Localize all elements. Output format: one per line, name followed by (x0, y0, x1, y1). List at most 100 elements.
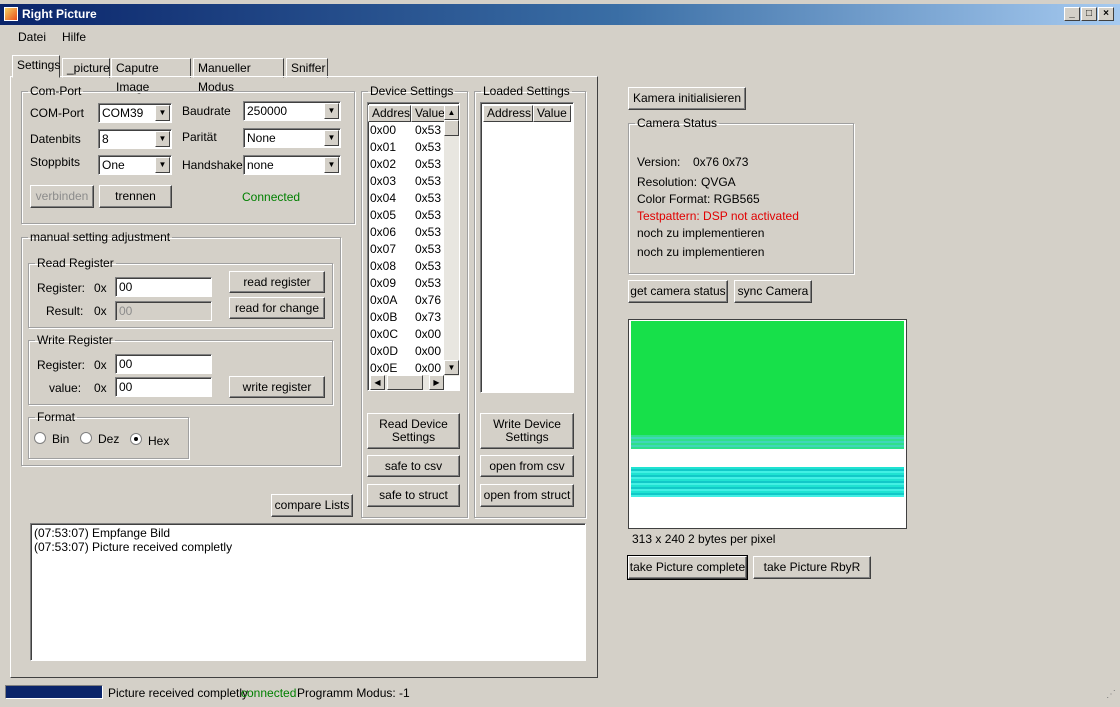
menu-hilfe[interactable]: Hilfe (62, 30, 86, 44)
device-row-address: 0x00 (370, 123, 397, 137)
minimize-button[interactable]: _ (1064, 7, 1080, 21)
save-to-struct-button[interactable]: safe to struct (367, 484, 460, 507)
log-line: (07:53:07) Empfange Bild (34, 526, 171, 540)
read-register-legend: Read Register (37, 256, 114, 270)
tab-capture-image[interactable]: Caputre Image (111, 58, 191, 94)
device-row-value: 0x53 (415, 276, 442, 290)
device-row-address: 0x04 (370, 191, 397, 205)
sync-camera-button[interactable]: sync Camera (734, 280, 812, 303)
write-register-label: Register: (37, 358, 86, 372)
log-textbox[interactable]: (07:53:07) Empfange Bild (07:53:07) Pict… (30, 523, 586, 661)
device-row-address: 0x0D (370, 344, 399, 358)
chevron-down-icon: ▼ (324, 103, 339, 119)
compare-lists-button[interactable]: compare Lists (271, 494, 353, 517)
version-value: 0x76 0x73 (693, 155, 749, 169)
write-device-settings-button[interactable]: Write Device Settings (480, 413, 574, 449)
open-from-struct-button[interactable]: open from struct (480, 484, 574, 507)
read-register-button[interactable]: read register (229, 271, 325, 293)
read-device-settings-button[interactable]: Read Device Settings (367, 413, 460, 449)
datenbits-select-value: 8 (102, 132, 109, 146)
handshake-select-value: none (247, 158, 274, 172)
comport-select[interactable]: COM39 ▼ (98, 103, 172, 123)
format-bin-label: Bin (52, 432, 70, 446)
status-line-6: noch zu implementieren (637, 245, 765, 259)
device-row-address: 0x01 (370, 140, 397, 154)
format-legend: Format (37, 410, 76, 424)
scroll-up-icon[interactable]: ▲ (444, 105, 459, 120)
resolution-label: Resolution: (637, 175, 698, 189)
status-connection: connected (241, 686, 297, 700)
device-row-value: 0x53 (415, 174, 442, 188)
device-row-address: 0x07 (370, 242, 397, 256)
format-bin-radio[interactable] (34, 432, 46, 444)
format-hex-label: Hex (148, 434, 170, 448)
version-label: Version: (637, 155, 681, 169)
write-value-input[interactable]: 00 (115, 377, 212, 397)
title-bar[interactable]: Right Picture _ □ × (0, 4, 1120, 25)
init-camera-button[interactable]: Kamera initialisieren (628, 87, 746, 110)
write-register-input[interactable]: 00 (115, 354, 212, 374)
paritaet-select[interactable]: None ▼ (243, 128, 341, 148)
disconnect-button[interactable]: trennen (99, 185, 172, 208)
device-col-address[interactable]: Address (368, 105, 411, 122)
read-result-label: Result: (46, 304, 84, 318)
tab-picture[interactable]: _picture (62, 58, 110, 78)
tab-sniffer[interactable]: Sniffer (286, 58, 328, 78)
connect-button[interactable]: verbinden (30, 185, 94, 208)
device-row-value: 0x53 (415, 242, 442, 256)
baudrate-label: Baudrate (182, 104, 231, 118)
read-for-change-button[interactable]: read for change (229, 297, 325, 319)
loaded-settings-list[interactable]: Address Value (480, 102, 574, 393)
baudrate-select[interactable]: 250000 ▼ (243, 101, 341, 121)
scroll-down-icon[interactable]: ▼ (444, 360, 459, 375)
format-hex-radio[interactable] (130, 433, 142, 445)
close-button[interactable]: × (1098, 7, 1114, 21)
color-format-text: Color Format: RGB565 (637, 192, 760, 206)
comport-select-value: COM39 (102, 106, 144, 120)
menu-datei[interactable]: Datei (18, 30, 46, 44)
camera-status-legend: Camera Status (637, 116, 718, 130)
read-result-field: 00 (115, 301, 212, 321)
device-row-value: 0x53 (415, 259, 442, 273)
resize-grip-icon[interactable]: ⋰ (1106, 689, 1116, 700)
device-vscroll-thumb[interactable] (444, 120, 459, 136)
status-bar: Picture received completly connected Pro… (0, 681, 1120, 707)
tab-settings[interactable]: Settings (12, 55, 60, 78)
maximize-button[interactable]: □ (1081, 7, 1097, 21)
device-row-value: 0x53 (415, 225, 442, 239)
device-settings-list[interactable]: Address Value 0x00 0x53 0x01 0x53 0x02 0x53 0x… (367, 102, 460, 391)
device-row-value: 0x00 (415, 327, 442, 341)
write-value-prefix: 0x (94, 381, 107, 395)
device-row-address: 0x08 (370, 259, 397, 273)
scroll-left-icon[interactable]: ◀ (370, 375, 385, 390)
take-picture-rbyr-button[interactable]: take Picture RbyR (753, 556, 871, 579)
connection-status: Connected (242, 190, 301, 204)
device-row-value: 0x53 (415, 157, 442, 171)
device-col-value[interactable]: Value (411, 105, 446, 122)
chevron-down-icon: ▼ (155, 105, 170, 121)
open-from-csv-button[interactable]: open from csv (480, 455, 574, 477)
stoppbits-select[interactable]: One ▼ (98, 155, 172, 175)
paritaet-label: Parität (182, 130, 217, 144)
chevron-down-icon: ▼ (155, 131, 170, 147)
status-mode: Programm Modus: -1 (297, 686, 410, 700)
handshake-select[interactable]: none ▼ (243, 155, 341, 175)
device-settings-legend: Device Settings (370, 84, 454, 98)
tab-manueller-modus[interactable]: Manueller Modus (193, 58, 284, 94)
status-message: Picture received completly (108, 686, 249, 700)
scroll-right-icon[interactable]: ▶ (429, 375, 444, 390)
write-register-button[interactable]: write register (229, 376, 325, 398)
format-dez-radio[interactable] (80, 432, 92, 444)
device-hscroll-thumb[interactable] (387, 375, 423, 390)
device-row-address: 0x05 (370, 208, 397, 222)
loaded-col-value[interactable]: Value (533, 105, 571, 122)
device-row-address: 0x09 (370, 276, 397, 290)
datenbits-select[interactable]: 8 ▼ (98, 129, 172, 149)
loaded-col-address[interactable]: Address (483, 105, 533, 122)
get-camera-status-button[interactable]: get camera status (628, 280, 728, 303)
device-vscroll[interactable] (444, 105, 459, 376)
read-register-input[interactable]: 00 (115, 277, 212, 297)
chevron-down-icon: ▼ (324, 130, 339, 146)
save-to-csv-button[interactable]: safe to csv (367, 455, 460, 477)
take-picture-complete-button[interactable]: take Picture complete (627, 555, 748, 580)
